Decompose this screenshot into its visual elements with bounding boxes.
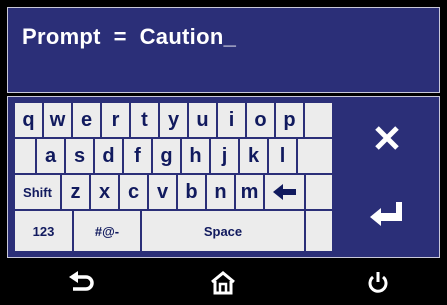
key-b[interactable]: b: [178, 175, 205, 209]
home-button[interactable]: [193, 264, 253, 302]
key-r[interactable]: r: [102, 103, 129, 137]
key-m[interactable]: m: [236, 175, 263, 209]
prompt-display: Prompt = Caution_: [7, 7, 440, 93]
close-button[interactable]: [341, 103, 433, 173]
key-blank-3[interactable]: [298, 139, 332, 173]
key-space[interactable]: Space: [142, 211, 304, 251]
key-j[interactable]: j: [211, 139, 238, 173]
key-w[interactable]: w: [44, 103, 71, 137]
key-i[interactable]: i: [218, 103, 245, 137]
key-n[interactable]: n: [207, 175, 234, 209]
key-z[interactable]: z: [62, 175, 89, 209]
key-l[interactable]: l: [269, 139, 296, 173]
key-blank-1[interactable]: [305, 103, 332, 137]
key-y[interactable]: y: [160, 103, 187, 137]
key-e[interactable]: e: [73, 103, 100, 137]
key-t[interactable]: t: [131, 103, 158, 137]
keyboard-panel: q w e r t y u i o p a s d f g h j k l Sh…: [7, 96, 440, 258]
bottom-nav-bar: [0, 262, 447, 305]
close-x-icon: [375, 126, 399, 150]
power-icon: [368, 272, 388, 293]
key-blank-2[interactable]: [15, 139, 35, 173]
power-button[interactable]: [348, 264, 408, 302]
key-x[interactable]: x: [91, 175, 118, 209]
back-arrow-icon: [69, 271, 94, 291]
key-blank-4[interactable]: [306, 175, 332, 209]
key-u[interactable]: u: [189, 103, 216, 137]
key-h[interactable]: h: [182, 139, 209, 173]
enter-button[interactable]: [341, 175, 433, 251]
key-p[interactable]: p: [276, 103, 303, 137]
key-d[interactable]: d: [95, 139, 122, 173]
key-123[interactable]: 123: [15, 211, 72, 251]
key-backspace[interactable]: [265, 175, 304, 209]
key-k[interactable]: k: [240, 139, 267, 173]
key-symbols[interactable]: #@-: [74, 211, 140, 251]
prompt-text: Prompt = Caution_: [22, 24, 237, 49]
key-blank-5[interactable]: [306, 211, 332, 251]
key-s[interactable]: s: [66, 139, 93, 173]
key-f[interactable]: f: [124, 139, 151, 173]
key-g[interactable]: g: [153, 139, 180, 173]
key-o[interactable]: o: [247, 103, 274, 137]
screen: Prompt = Caution_ q w e r t y u i o p a …: [0, 0, 447, 305]
enter-return-icon: [370, 202, 402, 226]
key-a[interactable]: a: [37, 139, 64, 173]
key-shift[interactable]: Shift: [15, 175, 60, 209]
back-button[interactable]: [52, 264, 112, 302]
home-icon: [211, 271, 235, 295]
backspace-arrow-icon: [272, 184, 296, 200]
key-c[interactable]: c: [120, 175, 147, 209]
key-v[interactable]: v: [149, 175, 176, 209]
key-q[interactable]: q: [15, 103, 42, 137]
